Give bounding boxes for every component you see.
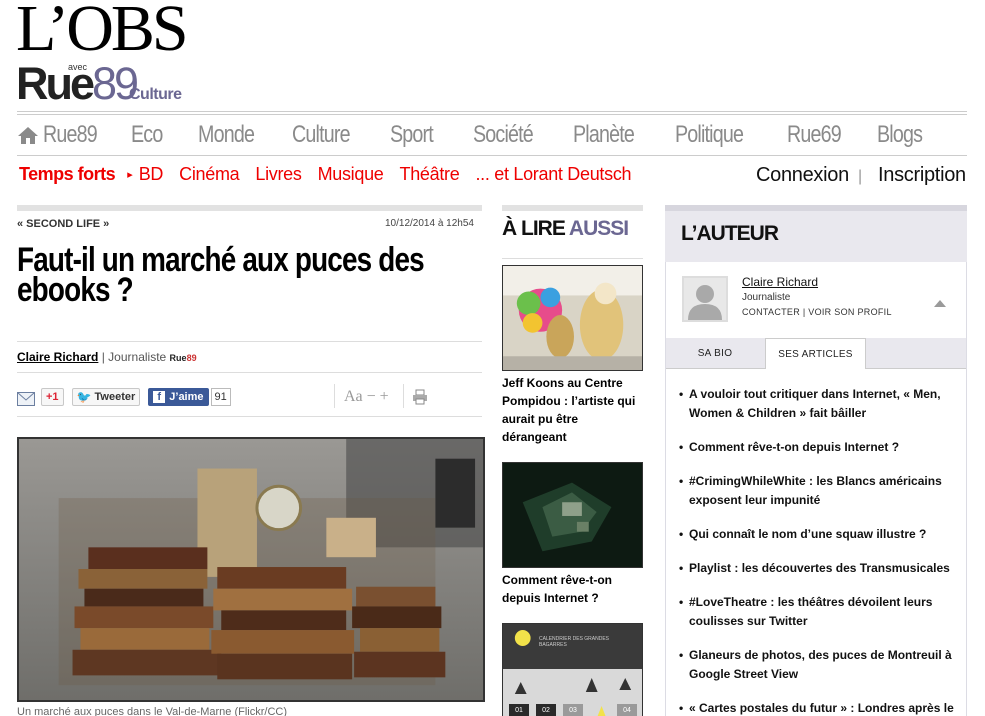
- collapse-caret-icon[interactable]: [934, 300, 946, 307]
- share-row: +1 🐦 Tweeter f J’aime 91: [17, 386, 231, 408]
- list-item[interactable]: Qui connaît le nom d’une squaw illustre …: [679, 525, 959, 544]
- nav-item-planete[interactable]: Planète: [573, 121, 657, 149]
- alire-thumb-internet[interactable]: [502, 462, 643, 568]
- article-photo-books: [17, 437, 485, 702]
- alire-heading-a: À LIRE: [502, 217, 566, 240]
- nav-item-rue89[interactable]: Rue89: [43, 121, 115, 149]
- list-item[interactable]: A vouloir tout critiquer dans Internet, …: [679, 385, 959, 423]
- byline-source-logo: Rue89: [169, 353, 197, 363]
- author-top-bar: [665, 205, 967, 211]
- nav-top-rule: [17, 111, 967, 112]
- print-divider: [403, 384, 404, 408]
- rue89-logo[interactable]: Rue89: [16, 58, 139, 109]
- calendar-title: CALENDRIER DES GRANDES BAGARRES: [539, 636, 610, 648]
- alire-thumb-calendar[interactable]: CALENDRIER DES GRANDES BAGARRES 01 02 03…: [502, 623, 643, 716]
- signup-link[interactable]: Inscription: [878, 164, 966, 187]
- calendar-day-2: 02: [536, 704, 556, 716]
- nav-item-blogs[interactable]: Blogs: [877, 121, 926, 149]
- alire-rule: [502, 258, 643, 259]
- nav-item-societe[interactable]: Société: [473, 121, 555, 149]
- section-label[interactable]: Culture: [129, 86, 182, 104]
- sub-nav: Temps forts ▸ BD Cinéma Livres Musique T…: [19, 164, 647, 185]
- alire-top-bar: [502, 205, 643, 211]
- email-icon[interactable]: [17, 392, 35, 406]
- font-size-controls[interactable]: Aa − +: [344, 388, 389, 406]
- calendar-day-3: 03: [563, 704, 583, 716]
- sub-nav-item-musique[interactable]: Musique: [318, 164, 384, 185]
- tab-articles[interactable]: SES ARTICLES: [765, 338, 866, 369]
- list-item[interactable]: « Cartes postales du futur » : Londres a…: [679, 699, 959, 716]
- share-rule-bottom: [17, 416, 482, 417]
- author-avatar[interactable]: [682, 276, 728, 322]
- nav-item-eco[interactable]: Eco: [131, 121, 186, 149]
- tweet-label: Tweeter: [94, 391, 136, 403]
- author-role: Journaliste: [742, 292, 791, 303]
- print-icon[interactable]: [412, 389, 428, 405]
- author-name-link[interactable]: Claire Richard: [742, 275, 818, 289]
- sub-nav-item-cinema[interactable]: Cinéma: [179, 164, 240, 185]
- article-rubric[interactable]: « SECOND LIFE »: [17, 218, 109, 230]
- article-date: 10/12/2014 à 12h54: [385, 218, 474, 229]
- photo-caption: Un marché aux puces dans le Val-de-Marne…: [17, 706, 287, 716]
- alire-thumb-koons[interactable]: [502, 265, 643, 371]
- author-box-title: L’AUTEUR: [681, 222, 779, 245]
- byline-role: | Journaliste: [101, 350, 167, 364]
- list-item[interactable]: Glaneurs de photos, des puces de Montreu…: [679, 646, 959, 684]
- nav-bottom-rule: [17, 155, 967, 156]
- home-icon[interactable]: [17, 125, 39, 145]
- list-item[interactable]: #LoveTheatre : les théâtres dévoilent le…: [679, 593, 959, 631]
- sub-nav-temps-forts[interactable]: Temps forts: [19, 164, 116, 185]
- byline-rule: [17, 341, 482, 342]
- facebook-like-button[interactable]: f J’aime: [148, 388, 209, 406]
- calendar-day-1: 01: [509, 704, 529, 716]
- nav-item-sport[interactable]: Sport: [390, 121, 458, 149]
- sub-nav-item-theatre[interactable]: Théâtre: [400, 164, 460, 185]
- author-articles-list: A vouloir tout critiquer dans Internet, …: [679, 385, 959, 716]
- rue89-logo-text: Rue: [16, 58, 95, 109]
- main-nav: Rue89 Eco Monde Culture Sport Société Pl…: [17, 117, 967, 153]
- nav-item-culture[interactable]: Culture: [292, 121, 372, 149]
- nav-item-politique[interactable]: Politique: [675, 121, 767, 149]
- sub-nav-item-lorant-deutsch[interactable]: ... et Lorant Deutsch: [475, 164, 631, 185]
- gplus-button[interactable]: +1: [41, 388, 64, 406]
- list-item[interactable]: Comment rêve-t-on depuis Internet ?: [679, 438, 959, 457]
- article-title: Faut-il un marché aux puces des ebooks ?: [17, 241, 425, 309]
- lobs-logo[interactable]: L’OBS: [16, 0, 189, 62]
- arrow-right-icon: ▸: [127, 169, 133, 181]
- twitter-bird-icon: 🐦: [76, 390, 92, 404]
- alire-caption-koons[interactable]: Jeff Koons au Centre Pompidou : l’artist…: [502, 374, 643, 446]
- sub-nav-item-livres[interactable]: Livres: [255, 164, 302, 185]
- author-contact-links[interactable]: CONTACTER | VOIR SON PROFIL: [742, 307, 892, 317]
- share-rule-top: [17, 372, 482, 373]
- gplus-label: +1: [46, 391, 59, 403]
- calendar-day-4: 04: [617, 704, 637, 716]
- login-link[interactable]: Connexion: [756, 164, 849, 187]
- nav-item-monde[interactable]: Monde: [198, 121, 275, 149]
- alire-heading: À LIRE AUSSI: [502, 217, 629, 241]
- nav-top-rule-2: [17, 114, 967, 115]
- article-top-bar: [17, 205, 482, 211]
- list-item[interactable]: #CrimingWhileWhite : les Blancs américai…: [679, 472, 959, 510]
- byline-author-link[interactable]: Claire Richard: [17, 350, 98, 364]
- alire-heading-b: AUSSI: [568, 217, 629, 240]
- nav-item-rue69[interactable]: Rue69: [787, 121, 861, 149]
- facebook-like-count: 91: [210, 388, 231, 406]
- tweet-button[interactable]: 🐦 Tweeter: [71, 388, 141, 406]
- share-divider: [334, 384, 335, 408]
- list-item[interactable]: Playlist : les découvertes des Transmusi…: [679, 559, 959, 578]
- facebook-f-icon: f: [153, 391, 166, 403]
- account-separator: |: [858, 168, 863, 185]
- alire-caption-internet[interactable]: Comment rêve-t-on depuis Internet ?: [502, 571, 643, 607]
- byline: Claire Richard | Journaliste Rue89: [17, 350, 197, 364]
- facebook-like-label: J’aime: [169, 391, 204, 403]
- sub-nav-item-bd[interactable]: BD: [139, 164, 164, 185]
- tab-bio[interactable]: SA BIO: [680, 338, 750, 368]
